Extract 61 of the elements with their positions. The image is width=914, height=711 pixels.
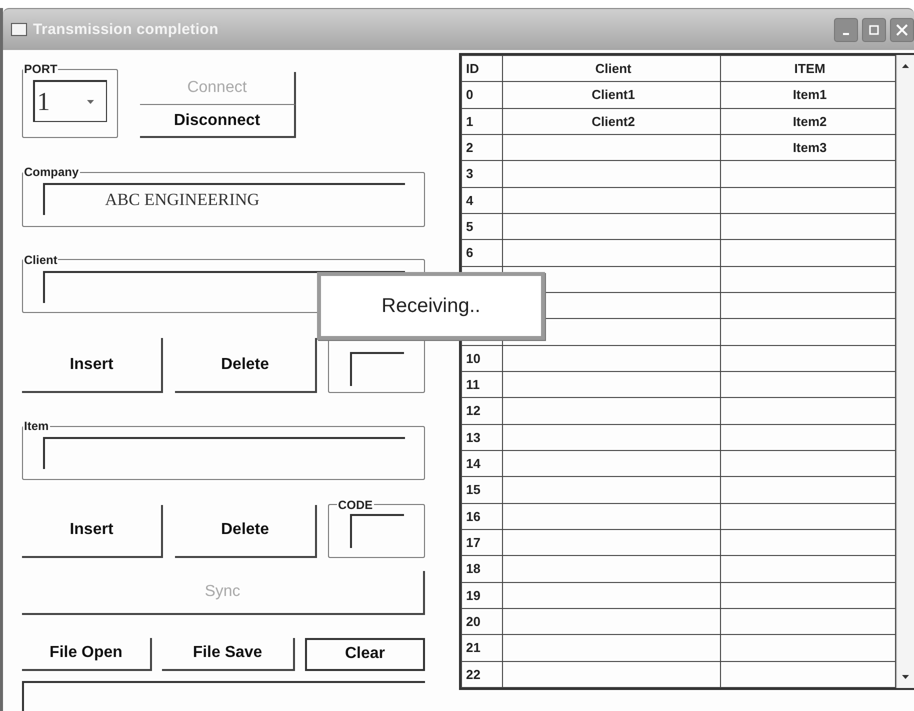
row-id: 12 — [462, 398, 502, 424]
group-label: Company — [23, 165, 80, 180]
scroll-down-icon — [902, 675, 909, 679]
insert-button[interactable]: Insert — [22, 338, 163, 394]
column-header[interactable]: ITEM — [720, 56, 896, 82]
close-button[interactable] — [890, 18, 914, 42]
field-value: ABC ENGINEERING — [105, 190, 260, 210]
company-field[interactable]: ABC ENGINEERING — [43, 183, 405, 216]
row-id: 20 — [462, 608, 502, 635]
row-id: 17 — [462, 529, 502, 556]
group-label: Client — [23, 252, 58, 267]
clear-button[interactable]: Clear — [305, 638, 425, 672]
window-icon — [11, 23, 27, 36]
row-id: 16 — [462, 503, 502, 530]
insert-button[interactable]: Insert — [22, 504, 163, 558]
file-save-button[interactable]: File Save — [162, 638, 295, 672]
row-id: 13 — [462, 424, 502, 450]
group-label: Item — [23, 419, 50, 434]
row-id: 18 — [462, 556, 502, 582]
maximize-button[interactable] — [862, 18, 886, 42]
code-field[interactable] — [350, 514, 404, 548]
minimize-icon — [843, 32, 849, 34]
table-cell: Item2 — [720, 108, 896, 134]
row-id: 4 — [462, 187, 502, 214]
table-cell: Client1 — [502, 82, 720, 108]
column-header[interactable]: ID — [462, 56, 502, 82]
popup-message: Receiving.. — [382, 294, 480, 318]
scroll-up-icon — [902, 64, 909, 68]
row-id: 15 — [462, 476, 502, 504]
code-field[interactable] — [350, 352, 404, 386]
close-icon — [896, 24, 908, 36]
group-label: PORT — [23, 62, 58, 76]
maximize-icon — [869, 24, 879, 34]
row-id: 14 — [462, 450, 502, 477]
row-id: 0 — [462, 82, 502, 108]
group-label: CODE — [337, 498, 374, 512]
row-id: 3 — [462, 160, 502, 188]
row-id: 21 — [462, 634, 502, 662]
file-open-button[interactable]: File Open — [22, 638, 152, 672]
column-header[interactable]: Client — [502, 56, 720, 82]
dropdown-arrow-icon — [87, 100, 94, 104]
row-id: 11 — [462, 371, 502, 398]
table-cell: Item1 — [720, 82, 896, 108]
table-cell: Client2 — [502, 108, 720, 134]
window-title: Transmission completion — [33, 21, 218, 38]
delete-button[interactable]: Delete — [175, 504, 317, 558]
status-field[interactable] — [22, 681, 425, 711]
row-id: 10 — [462, 345, 502, 372]
row-id: 19 — [462, 582, 502, 608]
table-cell: Item3 — [720, 134, 896, 161]
row-id: 5 — [462, 213, 502, 240]
row-id: 6 — [462, 240, 502, 266]
delete-button[interactable]: Delete — [175, 338, 317, 394]
minimize-button[interactable] — [834, 18, 858, 42]
row-id: 2 — [462, 134, 502, 161]
port-value: 1 — [37, 86, 50, 116]
item-field[interactable] — [43, 437, 405, 470]
disconnect-button[interactable]: Disconnect — [140, 105, 296, 138]
port-dropdown[interactable]: 1 — [33, 80, 107, 122]
row-id: 1 — [462, 108, 502, 134]
row-id: 22 — [462, 661, 502, 688]
